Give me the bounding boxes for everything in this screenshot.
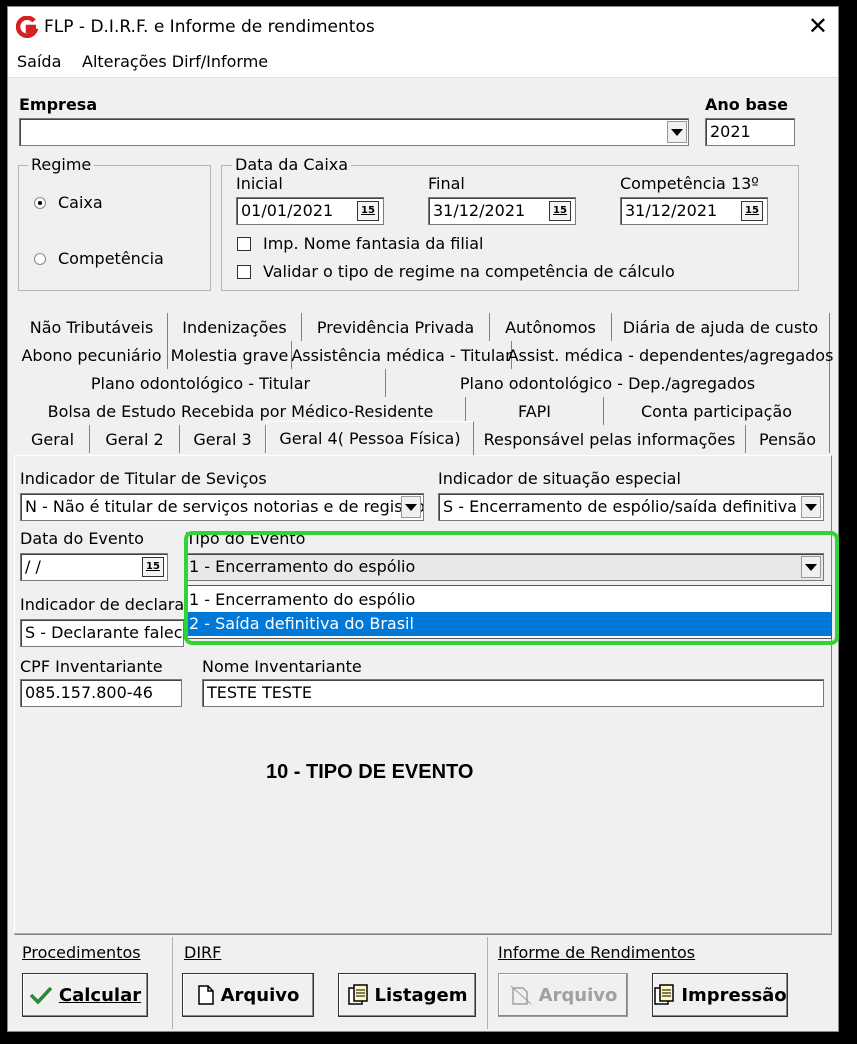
chevron-down-icon	[805, 503, 817, 511]
tab-geral[interactable]: Geral	[16, 425, 90, 453]
calendar-icon[interactable]: 15	[357, 201, 379, 221]
arquivo-informe-button[interactable]: Arquivo	[498, 973, 628, 1017]
procedimentos-text: Procedimentos	[22, 943, 141, 962]
regime-group	[18, 165, 211, 291]
chevron-down-icon	[405, 503, 417, 511]
main-window: FLP - D.I.R.F. e Informe de rendimentos …	[7, 6, 839, 1032]
tab-conta-participacao[interactable]: Conta participação	[604, 397, 830, 425]
ind-declarante-label: Indicador de declarant	[20, 595, 201, 614]
regime-caixa-label: Caixa	[58, 193, 103, 212]
annotation-caption: 10 - TIPO DE EVENTO	[266, 761, 474, 783]
footer-divider	[14, 933, 832, 934]
dirf-label: DIRF	[184, 943, 221, 962]
nome-inventariante-label: Nome Inventariante	[202, 657, 362, 676]
informe-label: Informe de Rendimentos	[498, 943, 695, 962]
tab-assist-medica-dependentes[interactable]: Assist. médica - dependentes/agregados	[508, 341, 833, 369]
calendar-icon[interactable]: 15	[549, 201, 571, 221]
regime-title: Regime	[28, 155, 95, 174]
tab-indenizacoes[interactable]: Indenizações	[168, 313, 302, 341]
menu-saida[interactable]: Saída	[17, 52, 61, 71]
footer-separator	[172, 937, 173, 1029]
impressao-label: Impressão	[681, 984, 787, 1006]
tab-autonomos[interactable]: Autônomos	[490, 313, 612, 341]
title-bar: FLP - D.I.R.F. e Informe de rendimentos …	[8, 7, 838, 47]
tab-responsavel-informacoes[interactable]: Responsável pelas informações	[474, 425, 746, 453]
report-icon	[347, 984, 368, 1005]
cpf-inventariante-input[interactable]: 085.157.800-46	[20, 679, 182, 707]
tab-plano-odonto-dep[interactable]: Plano odontológico - Dep./agregados	[386, 369, 830, 397]
document-icon	[197, 985, 214, 1005]
procedimentos-label: Procedimentos	[22, 943, 141, 962]
window-title: FLP - D.I.R.F. e Informe de rendimentos	[44, 17, 375, 37]
dirf-text: DIRF	[184, 943, 222, 962]
calendar-icon[interactable]: 15	[741, 201, 763, 221]
arquivo-dirf-label: Arquivo	[220, 984, 300, 1006]
data-evento-label: Data do Evento	[20, 529, 144, 548]
regime-competencia-label: Competência	[58, 249, 164, 268]
tipo-evento-option-1[interactable]: 1 - Encerramento do espólio	[185, 588, 831, 612]
tab-previdencia-privada[interactable]: Previdência Privada	[302, 313, 490, 341]
close-icon[interactable]: ✕	[808, 11, 828, 41]
empresa-select[interactable]	[19, 118, 689, 146]
validar-regime-label: Validar o tipo de regime na competência …	[263, 262, 675, 281]
data-caixa-title: Data da Caixa	[232, 155, 352, 174]
chevron-down-icon	[671, 128, 683, 136]
inicial-label: Inicial	[236, 174, 283, 193]
tipo-evento-dropdown-list: 1 - Encerramento do espólio 2 - Saída de…	[184, 585, 832, 639]
validar-regime-checkbox[interactable]	[237, 265, 251, 279]
calcular-label: Calcular	[58, 984, 142, 1006]
ind-situacao-dropdown-button[interactable]	[801, 496, 821, 518]
tab-plano-odonto-titular[interactable]: Plano odontológico - Titular	[16, 369, 386, 397]
regime-competencia-radio[interactable]	[34, 253, 46, 265]
tipo-evento-option-2[interactable]: 2 - Saída definitiva do Brasil	[185, 612, 831, 636]
ano-base-label: Ano base	[705, 95, 788, 114]
empresa-label: Empresa	[19, 95, 98, 114]
tab-pensao[interactable]: Pensão	[746, 425, 830, 453]
tab-geral-3[interactable]: Geral 3	[180, 425, 266, 453]
empresa-dropdown-button[interactable]	[667, 121, 687, 143]
tab-assistencia-medica-titular[interactable]: Assistência médica - Titular	[291, 341, 512, 369]
disabled-file-icon	[510, 985, 531, 1005]
cpf-inventariante-label: CPF Inventariante	[20, 657, 163, 676]
check-icon	[29, 986, 53, 1005]
menu-alteracoes[interactable]: Alterações Dirf/Informe	[82, 52, 268, 71]
menu-bar: Saída Alterações Dirf/Informe	[8, 47, 838, 78]
tab-nao-tributaveis[interactable]: Não Tributáveis	[16, 313, 168, 341]
listagem-label: Listagem	[374, 984, 468, 1006]
footer-separator	[487, 937, 488, 1029]
ind-declarante-select[interactable]: S - Declarante falecid	[20, 619, 184, 647]
calcular-button[interactable]: Calcular	[22, 973, 148, 1017]
print-icon	[654, 984, 675, 1005]
fantasia-label: Imp. Nome fantasia da filial	[263, 234, 484, 253]
ind-titular-label: Indicador de Titular de Seviços	[20, 469, 267, 488]
competencia13-label: Competência 13º	[620, 174, 759, 193]
informe-text: Informe de Rendimentos	[498, 943, 696, 962]
tab-fapi[interactable]: FAPI	[466, 397, 604, 425]
tipo-evento-label: Tipo do Evento	[186, 529, 306, 548]
tab-diaria-ajuda-custo[interactable]: Diária de ajuda de custo	[612, 313, 830, 341]
ano-base-input[interactable]: 2021	[705, 118, 795, 146]
fantasia-checkbox[interactable]	[237, 237, 251, 251]
chevron-down-icon	[805, 563, 817, 571]
tab-geral-4-pessoa-fisica[interactable]: Geral 4( Pessoa Física)	[266, 421, 474, 455]
listagem-button[interactable]: Listagem	[338, 973, 476, 1017]
regime-caixa-radio[interactable]	[34, 197, 46, 209]
ind-titular-select[interactable]: N - Não é titular de serviços notorias e…	[20, 493, 424, 521]
ind-titular-dropdown-button[interactable]	[401, 496, 421, 518]
ind-situacao-select[interactable]: S - Encerramento de espólio/saída defini…	[438, 493, 824, 521]
final-label: Final	[428, 174, 465, 193]
tab-geral-2[interactable]: Geral 2	[90, 425, 180, 453]
tab-molestia-grave[interactable]: Molestia grave	[168, 341, 292, 369]
tab-abono-pecuniario[interactable]: Abono pecuniário	[16, 341, 168, 369]
tipo-evento-select[interactable]: 1 - Encerramento do espólio	[184, 553, 824, 581]
calendar-icon[interactable]: 15	[142, 557, 164, 577]
arquivo-dirf-button[interactable]: Arquivo	[182, 973, 314, 1017]
ind-situacao-label: Indicador de situação especial	[438, 469, 681, 488]
app-logo-icon	[16, 16, 38, 38]
tipo-evento-dropdown-button[interactable]	[801, 556, 821, 578]
arquivo-informe-label: Arquivo	[538, 984, 618, 1006]
nome-inventariante-input[interactable]: TESTE TESTE	[202, 679, 824, 707]
impressao-button[interactable]: Impressão	[652, 973, 788, 1017]
